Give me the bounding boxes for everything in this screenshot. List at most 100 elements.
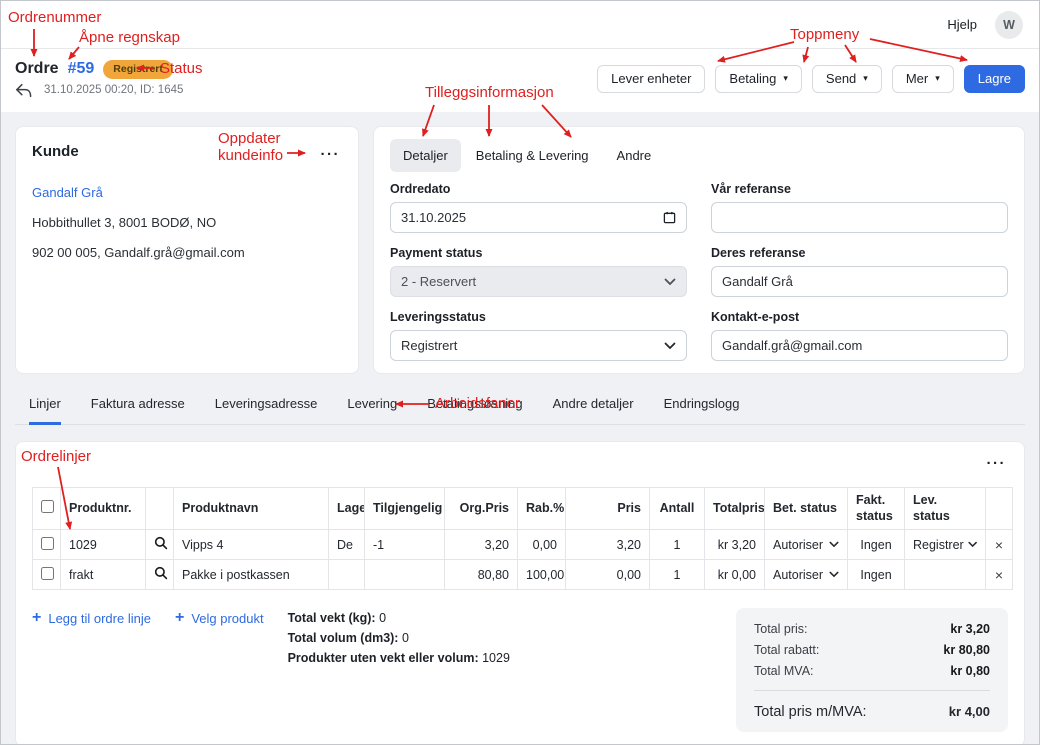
col-produktnavn: Produktnavn (174, 488, 329, 530)
tab-andre-detaljer[interactable]: Andre detaljer (553, 390, 634, 425)
remove-line-button[interactable]: × (986, 530, 1013, 560)
add-order-line-button[interactable]: +Legg til ordre linje (32, 608, 151, 626)
tab-leveringsadresse[interactable]: Leveringsadresse (215, 390, 318, 425)
tab-endringslogg[interactable]: Endringslogg (664, 390, 740, 425)
vaar-referanse-input[interactable] (722, 210, 997, 225)
col-remove (986, 488, 1013, 530)
total-discount-value: kr 80,80 (943, 643, 990, 657)
cell-org-pris[interactable]: 80,80 (445, 560, 518, 590)
product-search-button[interactable] (146, 560, 174, 590)
lager-select[interactable]: De (329, 530, 365, 560)
caret-down-icon: ▾ (783, 74, 788, 83)
save-button[interactable]: Lagre (964, 65, 1025, 93)
kontakt-epost-input[interactable] (722, 338, 997, 353)
field-payment-status: Payment status 2 - Reservert (390, 246, 687, 297)
cell-antall[interactable]: 1 (650, 530, 705, 560)
tab-betalingslosning[interactable]: Betalingsløsning (427, 390, 522, 425)
weight-label: Total vekt (kg): (288, 611, 376, 625)
customer-name-link[interactable]: Gandalf Grå (32, 185, 342, 200)
customer-card-title: Kunde (32, 143, 79, 160)
bet-status-value: Autoriser (773, 538, 823, 552)
leveringsstatus-label: Leveringsstatus (390, 310, 687, 324)
choose-product-button[interactable]: + Velg produkt (175, 608, 264, 626)
save-label: Lagre (978, 71, 1011, 86)
page-title: Ordre (15, 60, 59, 78)
cell-produktnavn[interactable]: Pakke i postkassen (174, 560, 329, 590)
cell-produktnr[interactable]: frakt (61, 560, 146, 590)
bet-status-value: Autoriser (773, 568, 823, 582)
tab-detaljer[interactable]: Detaljer (390, 139, 461, 172)
payment-label: Betaling (729, 71, 776, 86)
plus-icon: + (175, 610, 184, 626)
tab-faktura-adresse[interactable]: Faktura adresse (91, 390, 185, 425)
row-checkbox[interactable] (41, 567, 54, 580)
payment-dropdown-button[interactable]: Betaling ▾ (715, 65, 802, 93)
row-checkbox[interactable] (41, 537, 54, 550)
payment-status-select[interactable]: 2 - Reservert (390, 266, 687, 297)
return-arrow-icon (15, 83, 32, 98)
add-order-line-label: Legg til ordre linje (48, 611, 151, 626)
order-lines-card: ··· Produktnr. Produktnavn Lager (15, 441, 1025, 744)
order-toolbar: Ordre #59 Registrert 31.10.2025 00:20, I… (1, 49, 1039, 112)
col-tilgjengelig: Tilgjengelig (365, 488, 445, 530)
grand-total-label: Total pris m/MVA: (754, 704, 867, 720)
bet-status-select[interactable]: Autoriser (765, 560, 848, 590)
tab-linjer[interactable]: Linjer (29, 390, 61, 425)
send-label: Send (826, 71, 856, 86)
remove-line-button[interactable]: × (986, 560, 1013, 590)
kontakt-epost-label: Kontakt-e-post (711, 310, 1008, 324)
cell-antall[interactable]: 1 (650, 560, 705, 590)
cell-org-pris[interactable]: 3,20 (445, 530, 518, 560)
lev-status-select[interactable]: Registrer (905, 530, 986, 560)
tab-andre[interactable]: Andre (604, 139, 665, 172)
col-lev-status: Lev. status (905, 488, 986, 530)
cell-tilgjengelig (365, 560, 445, 590)
cell-rab[interactable]: 0,00 (518, 530, 566, 560)
cell-produktnavn[interactable]: Vipps 4 (174, 530, 329, 560)
work-tabs: Linjer Faktura adresse Leveringsadresse … (15, 390, 1025, 425)
cell-pris[interactable]: 0,00 (566, 560, 650, 590)
search-icon (154, 536, 168, 550)
send-dropdown-button[interactable]: Send ▾ (812, 65, 882, 93)
customer-card: Kunde ··· Gandalf Grå Hobbithullet 3, 80… (15, 126, 359, 374)
cell-totalpris: kr 0,00 (705, 560, 765, 590)
deliver-units-button[interactable]: Lever enheter (597, 65, 705, 93)
order-totals-box: Total pris:kr 3,20 Total rabatt:kr 80,80… (736, 608, 1008, 732)
cell-produktnr[interactable]: 1029 (61, 530, 146, 560)
deres-referanse-label: Deres referanse (711, 246, 1008, 260)
details-tabs: Detaljer Betaling & Levering Andre (390, 139, 1008, 172)
lines-menu-button[interactable]: ··· (985, 452, 1009, 475)
field-vaar-referanse: Vår referanse (711, 182, 1008, 233)
total-price-value: kr 3,20 (950, 622, 990, 636)
ordredato-input[interactable] (401, 210, 663, 225)
cell-rab[interactable]: 100,00 (518, 560, 566, 590)
bet-status-select[interactable]: Autoriser (765, 530, 848, 560)
deres-referanse-input[interactable] (722, 274, 997, 289)
order-number-link[interactable]: #59 (68, 60, 95, 78)
more-dropdown-button[interactable]: Mer▾ (892, 65, 954, 93)
total-discount-label: Total rabatt: (754, 643, 819, 657)
ordredato-label: Ordredato (390, 182, 687, 196)
col-totalpris: Totalpris (705, 488, 765, 530)
chevron-down-icon (664, 278, 676, 286)
more-label: Mer (906, 71, 928, 86)
choose-product-label: Velg produkt (191, 611, 263, 626)
product-search-button[interactable] (146, 530, 174, 560)
back-button[interactable] (15, 83, 32, 98)
cell-fakt-status: Ingen (848, 560, 905, 590)
avatar[interactable]: W (995, 11, 1023, 39)
volume-label: Total volum (dm3): (288, 631, 399, 645)
select-all-checkbox[interactable] (41, 500, 54, 513)
col-antall: Antall (650, 488, 705, 530)
tab-levering[interactable]: Levering (347, 390, 397, 425)
cell-lager (329, 560, 365, 590)
weight-summary: Total vekt (kg): 0 Total volum (dm3): 0 … (288, 608, 510, 668)
leveringsstatus-select[interactable]: Registrert (390, 330, 687, 361)
tab-betaling-levering[interactable]: Betaling & Levering (463, 139, 602, 172)
volume-value: 0 (402, 631, 409, 645)
calendar-icon[interactable] (663, 211, 676, 224)
caret-down-icon: ▾ (863, 74, 868, 83)
cell-pris[interactable]: 3,20 (566, 530, 650, 560)
customer-menu-button[interactable]: ··· (319, 143, 343, 166)
help-link[interactable]: Hjelp (947, 17, 977, 32)
